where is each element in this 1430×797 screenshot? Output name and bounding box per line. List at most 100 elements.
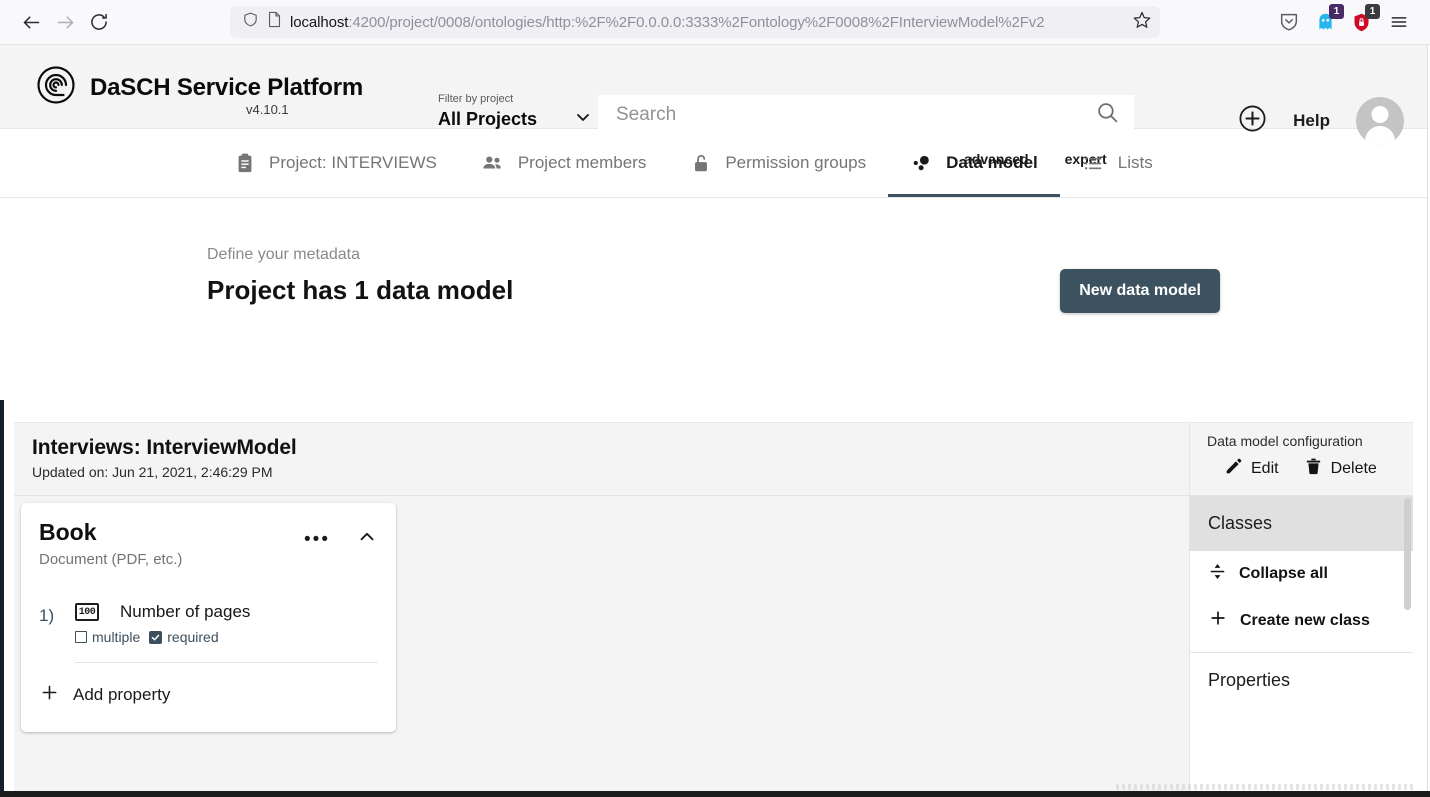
class-subtitle: Document (PDF, etc.) bbox=[39, 551, 304, 568]
app-version: v4.10.1 bbox=[246, 102, 289, 117]
project-filter[interactable]: Filter by project All Projects bbox=[438, 93, 593, 132]
create-new-class-button[interactable]: Create new class bbox=[1190, 597, 1413, 644]
collapse-all-icon bbox=[1208, 562, 1227, 586]
checkbox-unchecked-icon[interactable] bbox=[75, 631, 87, 643]
sidebar-item-label: Collapse all bbox=[1239, 565, 1328, 583]
people-icon bbox=[481, 151, 505, 175]
url-host: localhost bbox=[290, 14, 348, 31]
url-path: :4200/project/0008/ontologies/http:%2F%2… bbox=[348, 14, 1044, 31]
unlock-icon bbox=[690, 152, 712, 174]
app-title: DaSCH Service Platform bbox=[90, 74, 363, 102]
bubbles-icon bbox=[910, 152, 933, 175]
property-index: 1) bbox=[39, 602, 75, 626]
tab-label: Project members bbox=[518, 153, 646, 173]
page-body: Define your metadata Project has 1 data … bbox=[0, 198, 1430, 398]
sidebar-section-properties[interactable]: Properties bbox=[1190, 653, 1413, 708]
tab-label: Lists bbox=[1118, 153, 1153, 173]
address-bar[interactable]: localhost:4200/project/0008/ontologies/h… bbox=[230, 6, 1160, 38]
tab-label: Project: INTERVIEWS bbox=[269, 153, 437, 173]
window-left-edge bbox=[0, 400, 4, 797]
project-tab-nav: Project: INTERVIEWS Project members Perm… bbox=[0, 129, 1430, 198]
flag-label: required bbox=[167, 629, 218, 645]
hamburger-menu-icon[interactable] bbox=[1382, 5, 1416, 39]
property-flags: multiple required bbox=[75, 629, 378, 645]
data-model-panel: Interviews: InterviewModel Updated on: J… bbox=[14, 422, 1413, 791]
delete-data-model-button[interactable]: Delete bbox=[1304, 457, 1377, 481]
data-model-sidebar: Data model configuration Edit Delete Cla… bbox=[1189, 423, 1413, 791]
search-icon[interactable] bbox=[1095, 100, 1120, 130]
project-filter-label: Filter by project bbox=[438, 93, 593, 105]
edit-data-model-button[interactable]: Edit bbox=[1224, 457, 1279, 481]
sidebar-scrollbar[interactable] bbox=[1403, 496, 1412, 791]
checkbox-checked-icon[interactable] bbox=[149, 631, 162, 644]
property-label: Number of pages bbox=[120, 602, 250, 622]
tab-lists[interactable]: Lists bbox=[1060, 129, 1175, 197]
class-card-book[interactable]: Book Document (PDF, etc.) ••• 1) bbox=[21, 503, 396, 732]
reload-button[interactable] bbox=[82, 5, 116, 39]
scrollbar-thumb[interactable] bbox=[1404, 498, 1411, 610]
list-icon bbox=[1082, 152, 1105, 175]
tab-permission-groups[interactable]: Permission groups bbox=[668, 129, 888, 197]
ghost-icon[interactable]: 1 bbox=[1310, 7, 1340, 37]
page-subtitle: Define your metadata bbox=[207, 246, 513, 264]
add-property-label: Add property bbox=[73, 685, 170, 705]
class-name: Book bbox=[39, 519, 304, 546]
new-data-model-button[interactable]: New data model bbox=[1060, 269, 1220, 313]
flag-required[interactable]: required bbox=[149, 629, 218, 645]
action-label: Edit bbox=[1251, 460, 1279, 478]
tab-project-members[interactable]: Project members bbox=[459, 129, 668, 197]
data-model-canvas: Book Document (PDF, etc.) ••• 1) bbox=[14, 496, 1189, 791]
sidebar-scroll-area: Classes Collapse all Create new class Pr… bbox=[1190, 496, 1413, 791]
tab-label: Data model bbox=[946, 153, 1038, 173]
plus-icon bbox=[1208, 608, 1228, 633]
tab-label: Permission groups bbox=[725, 153, 866, 173]
page-icon bbox=[267, 11, 282, 33]
plus-circle-icon[interactable] bbox=[1238, 104, 1267, 138]
shield-lock-icon[interactable]: 1 bbox=[1346, 7, 1376, 37]
browser-toolbar: localhost:4200/project/0008/ontologies/h… bbox=[0, 0, 1430, 45]
app-header: DaSCH Service Platform v4.10.1 Filter by… bbox=[0, 45, 1430, 129]
dasch-spiral-logo bbox=[36, 65, 76, 110]
chevron-up-icon[interactable] bbox=[356, 526, 378, 553]
data-model-title: Interviews: InterviewModel bbox=[32, 436, 1189, 460]
clipboard-icon bbox=[234, 152, 256, 174]
page-title: Project has 1 data model bbox=[207, 275, 513, 306]
sidebar-item-label: Create new class bbox=[1240, 612, 1370, 630]
brand[interactable]: DaSCH Service Platform bbox=[0, 45, 363, 110]
flag-multiple[interactable]: multiple bbox=[75, 629, 140, 645]
pocket-save-icon[interactable] bbox=[1274, 7, 1304, 37]
page-intro: Define your metadata Project has 1 data … bbox=[207, 246, 513, 306]
collapse-all-button[interactable]: Collapse all bbox=[1190, 551, 1413, 597]
window-bottom-edge bbox=[0, 791, 1430, 797]
property-row[interactable]: 1) 100 Number of pages multiple bbox=[39, 602, 378, 645]
header-actions: Help bbox=[1238, 97, 1404, 145]
action-label: Delete bbox=[1331, 460, 1377, 478]
back-button[interactable] bbox=[14, 5, 48, 39]
add-property-button[interactable]: Add property bbox=[39, 682, 378, 708]
data-model-configuration: Data model configuration Edit Delete bbox=[1190, 423, 1413, 496]
star-icon[interactable] bbox=[1132, 10, 1152, 35]
avatar[interactable] bbox=[1356, 97, 1404, 145]
plus-icon bbox=[39, 682, 60, 708]
url-text: localhost:4200/project/0008/ontologies/h… bbox=[290, 14, 1124, 31]
more-horizontal-icon[interactable]: ••• bbox=[304, 535, 330, 545]
config-label: Data model configuration bbox=[1207, 433, 1413, 449]
number-icon: 100 bbox=[75, 603, 99, 621]
tab-data-model[interactable]: Data model bbox=[888, 129, 1060, 197]
flag-label: multiple bbox=[92, 629, 140, 645]
divider bbox=[75, 662, 378, 663]
ghostery-badge: 1 bbox=[1329, 4, 1344, 19]
help-link[interactable]: Help bbox=[1293, 111, 1330, 131]
url-bar-container: localhost:4200/project/0008/ontologies/h… bbox=[116, 6, 1274, 38]
data-model-header: Interviews: InterviewModel Updated on: J… bbox=[14, 423, 1189, 496]
browser-extensions-area: 1 1 bbox=[1274, 5, 1416, 39]
privacy-badge: 1 bbox=[1365, 4, 1380, 19]
class-card-header: Book Document (PDF, etc.) ••• bbox=[39, 519, 378, 568]
project-filter-value: All Projects bbox=[438, 109, 537, 130]
forward-button[interactable] bbox=[48, 5, 82, 39]
horizontal-scrollbar[interactable] bbox=[1116, 784, 1416, 790]
shield-icon[interactable] bbox=[242, 11, 259, 33]
trash-icon bbox=[1304, 457, 1323, 481]
sidebar-section-classes[interactable]: Classes bbox=[1190, 496, 1413, 551]
tab-project-interviews[interactable]: Project: INTERVIEWS bbox=[212, 129, 459, 197]
